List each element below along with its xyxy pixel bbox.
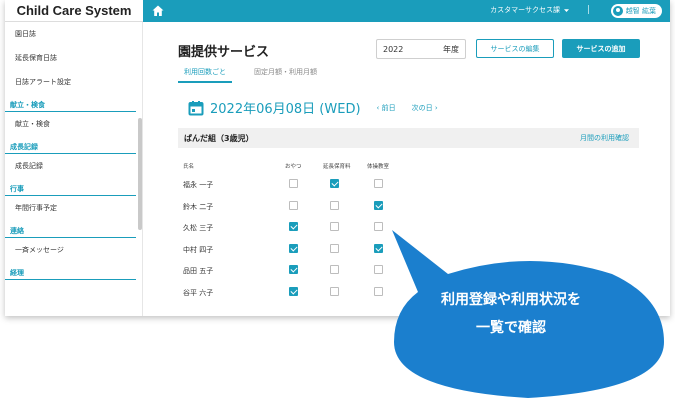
top-bar: Child Care System カスタマーサクセス課 | 越智 紘葉 (5, 0, 670, 22)
checkbox[interactable] (374, 179, 383, 188)
callout-line-2: 一覧で確認 (476, 320, 546, 336)
sidebar-item[interactable]: 一斉メッセージ (5, 238, 142, 262)
checkbox[interactable] (289, 179, 298, 188)
year-select[interactable]: 2022 年度 (376, 39, 466, 59)
sidebar-item[interactable]: 延長保育日誌 (5, 46, 142, 70)
user-menu[interactable]: 越智 紘葉 (610, 4, 662, 18)
checkbox[interactable] (330, 243, 339, 253)
chevron-right-icon: › (434, 103, 438, 112)
sidebar-section-heading: 成長記録 (5, 140, 136, 154)
checkbox[interactable] (289, 200, 298, 210)
navbar: カスタマーサクセス課 | 越智 紘葉 (143, 0, 670, 22)
table-row: 福永 一子 (183, 176, 633, 197)
checkbox[interactable] (330, 222, 339, 231)
sidebar: 園日誌 延長保育日誌 日誌アラート設定 献立・検食 献立・検食 成長記録 成長記録 行事 年間行… (5, 22, 143, 316)
checkbox[interactable] (330, 286, 339, 296)
checkbox-checked[interactable] (289, 243, 298, 253)
page-title: 園提供サービス (178, 45, 270, 60)
sidebar-section-heading: 行事 (5, 182, 136, 196)
child-name: 鈴木 二子 (183, 202, 214, 211)
checkbox-checked[interactable] (289, 222, 298, 231)
child-name: 中村 四子 (183, 245, 214, 254)
checkbox-checked[interactable] (374, 200, 383, 210)
sidebar-item[interactable]: 成長記録 (5, 154, 142, 178)
next-day-label: 次の日 (411, 103, 433, 112)
current-date: 2022年06月08日 (WED) (210, 102, 361, 117)
sidebar-scrollbar[interactable] (138, 118, 142, 230)
column-snack: おやつ (285, 164, 302, 170)
chevron-down-icon (564, 8, 569, 12)
edit-service-button[interactable]: サービスの編集 (476, 39, 554, 58)
child-name: 谷平 六子 (183, 288, 214, 297)
callout-line-1: 利用登録や利用状況を (441, 292, 581, 308)
sidebar-menu: 園日誌 延長保育日誌 日誌アラート設定 献立・検食 献立・検食 成長記録 成長記録 行事 年間行… (5, 22, 142, 280)
tab-bar: 利用回数ごと 固定月額・利用月額 (178, 67, 317, 83)
home-icon[interactable] (151, 4, 165, 18)
child-name: 福永 一子 (183, 181, 214, 189)
year-value: 2022 (383, 44, 404, 54)
next-day-link[interactable]: 次の日 › (412, 103, 438, 113)
sidebar-item[interactable]: 日誌アラート設定 (5, 70, 142, 94)
divider: | (586, 5, 590, 15)
child-name: 久松 三子 (183, 224, 214, 232)
customer-menu[interactable]: カスタマーサクセス課 (490, 5, 570, 15)
sidebar-section-heading: 経理 (5, 266, 136, 280)
date-navigator: 2022年06月08日 (WED) ‹ 前日 次の日 › (188, 98, 438, 117)
column-extended-care: 延長保育料 (323, 164, 351, 170)
app-title[interactable]: Child Care System (5, 0, 143, 22)
sidebar-item[interactable]: 献立・検食 (5, 112, 142, 136)
child-name: 品田 五子 (183, 267, 214, 275)
year-suffix: 年度 (443, 44, 459, 54)
chevron-left-icon: ‹ (376, 103, 380, 112)
sidebar-section-heading: 連絡 (5, 224, 136, 238)
user-name: 越智 紘葉 (625, 7, 656, 15)
checkbox-checked[interactable] (289, 286, 298, 296)
column-name: 氏名 (183, 164, 195, 170)
column-gym-class: 体操教室 (367, 164, 390, 170)
callout-text: 利用登録や利用状況を 一覧で確認 (391, 286, 631, 342)
add-service-button[interactable]: サービスの追加 (562, 39, 640, 58)
checkbox[interactable] (330, 265, 339, 274)
tab-per-use[interactable]: 利用回数ごと (178, 67, 232, 83)
group-header: ぱんだ組（3歳児） 月間の利用確認 (178, 128, 639, 148)
customer-label: カスタマーサクセス課 (490, 6, 560, 14)
checkbox[interactable] (330, 200, 339, 210)
monthly-check-link[interactable]: 月間の利用確認 (580, 133, 629, 143)
table-row: 鈴木 二子 (183, 198, 633, 219)
prev-day-link[interactable]: ‹ 前日 (377, 103, 396, 113)
calendar-icon[interactable] (188, 100, 204, 116)
sidebar-item[interactable]: 園日誌 (5, 22, 142, 46)
group-name: ぱんだ組（3歳児） (184, 133, 254, 143)
checkbox-checked[interactable] (330, 179, 339, 188)
user-icon (612, 6, 623, 16)
checkbox-checked[interactable] (289, 265, 298, 274)
prev-day-label: 前日 (381, 103, 396, 112)
sidebar-section-heading: 献立・検食 (5, 98, 136, 112)
sidebar-item[interactable]: 年間行事予定 (5, 196, 142, 220)
tab-monthly[interactable]: 固定月額・利用月額 (254, 67, 317, 83)
table-header: 氏名 おやつ 延長保育料 体操教室 (183, 162, 633, 172)
